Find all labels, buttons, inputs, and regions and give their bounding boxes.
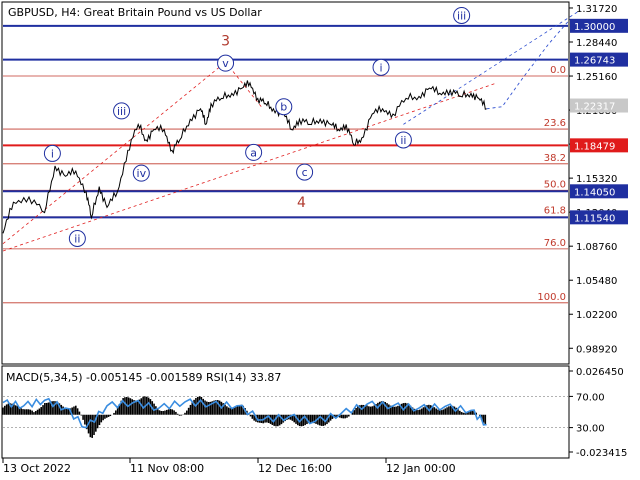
y-tick-label: 1.31720	[576, 4, 617, 15]
indicator-y-tick-label: -0.023415	[576, 448, 627, 459]
wave-label: iii	[457, 9, 466, 22]
indicator-y-tick-label: 0.026450	[576, 367, 624, 378]
wave-label: c	[302, 166, 308, 179]
price-level-label: 1.26743	[574, 56, 615, 67]
price-level-label: 1.18479	[574, 141, 615, 152]
fib-label: 61.8	[544, 206, 566, 217]
fib-label: 50.0	[544, 179, 566, 190]
x-tick-label: 11 Nov 08:00	[130, 462, 204, 475]
wave-label: ii	[74, 233, 80, 246]
y-tick-label: 1.25160	[576, 72, 617, 83]
y-tick-label: 1.28440	[576, 38, 617, 49]
price-level-label: 1.14050	[574, 187, 615, 198]
price-level-label: 1.30000	[574, 22, 615, 33]
wave-label: ii	[400, 134, 406, 147]
y-tick-label: 1.15320	[576, 174, 617, 185]
wave-label: v	[222, 57, 229, 70]
wave-label: a	[250, 146, 257, 159]
current-price-marker: 1.22317	[570, 98, 628, 113]
current-price-label: 1.22317	[574, 102, 615, 113]
y-tick-label: 1.08760	[576, 242, 617, 253]
wave-label: 3	[221, 33, 230, 49]
wave-label: i	[51, 147, 54, 160]
price-level-label: 1.11540	[574, 213, 615, 224]
x-tick-label: 12 Dec 16:00	[258, 462, 332, 475]
x-tick-label: 12 Jan 00:00	[386, 462, 456, 475]
wave-label: b	[280, 101, 287, 114]
chart-title: GBPUSD, H4: Great Britain Pound vs US Do…	[8, 6, 262, 19]
fib-label: 38.2	[544, 153, 566, 164]
fib-label: 23.6	[544, 118, 566, 129]
gbpusd-chart: 0.023.638.250.061.876.0100.0 iiiiiiivv3a…	[0, 0, 640, 480]
wave-label: 4	[297, 195, 306, 211]
wave-label: i	[380, 61, 383, 74]
y-tick-label: 1.05480	[576, 276, 617, 287]
wave-label: iii	[117, 105, 126, 118]
fib-label: 100.0	[537, 292, 566, 303]
indicator-y-tick-label: 30.00	[576, 424, 605, 435]
indicator-legend: MACD(5,34,5) -0.005145 -0.001589 RSI(14)…	[6, 371, 281, 384]
fib-label: 76.0	[544, 238, 566, 249]
y-tick-label: 1.02200	[576, 310, 617, 321]
indicator-y-tick-label: 70.00	[576, 392, 605, 403]
x-tick-label: 13 Oct 2022	[3, 462, 71, 475]
y-tick-label: 0.98920	[576, 344, 617, 355]
fib-label: 0.0	[550, 65, 566, 76]
wave-label: iv	[137, 167, 147, 180]
